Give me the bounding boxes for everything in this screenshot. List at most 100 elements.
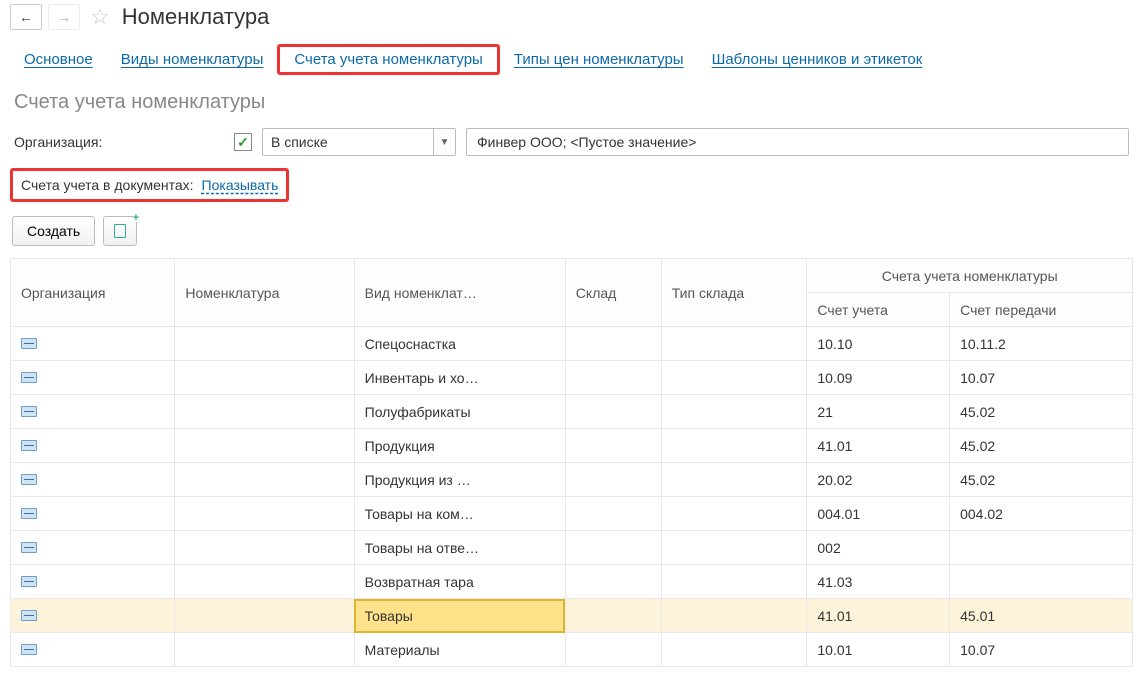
cell [175, 463, 354, 497]
cell [11, 395, 175, 429]
col-acc[interactable]: Счет учета [807, 293, 950, 327]
cell: 10.10 [807, 327, 950, 361]
cell [565, 361, 661, 395]
cell: Продукция из … [354, 463, 565, 497]
show-in-docs-label: Счета учета в документах: [21, 177, 194, 193]
cell: Инвентарь и хо… [354, 361, 565, 395]
row-icon [21, 644, 37, 655]
cell [565, 599, 661, 633]
cell: 41.01 [807, 429, 950, 463]
cell [661, 395, 807, 429]
cell [175, 429, 354, 463]
table-row[interactable]: Товары на ком…004.01004.02 [11, 497, 1133, 531]
cell: 10.01 [807, 633, 950, 667]
table-row[interactable]: Материалы10.0110.07 [11, 633, 1133, 667]
cell [950, 531, 1133, 565]
row-icon [21, 372, 37, 383]
col-accounts-group[interactable]: Счета учета номенклатуры [807, 259, 1133, 293]
nav-back-button[interactable]: ← [10, 4, 42, 30]
cell [565, 463, 661, 497]
cell [661, 497, 807, 531]
page-title: Номенклатура [122, 4, 270, 30]
col-kind[interactable]: Вид номенклат… [354, 259, 565, 327]
table-row[interactable]: Полуфабрикаты 2145.02 [11, 395, 1133, 429]
tab-accounts[interactable]: Счета учета номенклатуры [277, 44, 499, 75]
cell: Продукция [354, 429, 565, 463]
cell [661, 361, 807, 395]
cell [661, 463, 807, 497]
row-icon [21, 406, 37, 417]
cell [950, 565, 1133, 599]
tab-templates[interactable]: Шаблоны ценников и этикеток [698, 47, 937, 72]
cell [175, 565, 354, 599]
cell [565, 429, 661, 463]
table-row[interactable]: Продукция из …20.0245.02 [11, 463, 1133, 497]
filter-value-field[interactable]: Финвер ООО; <Пустое значение> [466, 128, 1129, 156]
cell: Полуфабрикаты [354, 395, 565, 429]
tab-main[interactable]: Основное [10, 47, 107, 72]
cell: 004.02 [950, 497, 1133, 531]
cell [11, 361, 175, 395]
table-row[interactable]: Спецоснастка10.1010.11.2 [11, 327, 1133, 361]
table-row[interactable]: Инвентарь и хо…10.0910.07 [11, 361, 1133, 395]
tab-price-types[interactable]: Типы цен номенклатуры [500, 47, 698, 72]
create-button[interactable]: Создать [12, 216, 95, 246]
org-filter-checkbox[interactable]: ✓ [234, 133, 252, 151]
arrow-right-icon: → [57, 9, 71, 25]
cell: Возвратная тара [354, 565, 565, 599]
cell [661, 531, 807, 565]
cell [11, 463, 175, 497]
cell [11, 497, 175, 531]
cell [11, 565, 175, 599]
cell: 41.01 [807, 599, 950, 633]
cell [11, 429, 175, 463]
col-org[interactable]: Организация [11, 259, 175, 327]
col-nomen[interactable]: Номенклатура [175, 259, 354, 327]
row-icon [21, 338, 37, 349]
cell: 41.03 [807, 565, 950, 599]
cell [175, 361, 354, 395]
cell: 45.02 [950, 429, 1133, 463]
cell [11, 633, 175, 667]
row-icon [21, 508, 37, 519]
table-row[interactable]: Товары41.0145.01 [11, 599, 1133, 633]
row-icon [21, 440, 37, 451]
cell [175, 497, 354, 531]
cell [565, 395, 661, 429]
cell: 10.07 [950, 633, 1133, 667]
show-in-docs-link[interactable]: Показывать [202, 177, 279, 193]
cell: 21 [807, 395, 950, 429]
col-wh-type[interactable]: Тип склада [661, 259, 807, 327]
cell [565, 565, 661, 599]
plus-icon: + [133, 214, 139, 222]
cell: Товары [354, 599, 565, 633]
favorite-star-icon[interactable]: ☆ [90, 4, 110, 30]
row-icon [21, 474, 37, 485]
section-title: Счета учета номенклатуры [0, 85, 1143, 120]
arrow-left-icon: ← [19, 9, 33, 25]
row-icon [21, 576, 37, 587]
org-filter-label: Организация: [14, 134, 104, 150]
cell [661, 633, 807, 667]
cell: 45.02 [950, 395, 1133, 429]
col-acc-transfer[interactable]: Счет передачи [950, 293, 1133, 327]
cell [11, 599, 175, 633]
table-row[interactable]: Продукция 41.0145.02 [11, 429, 1133, 463]
table-row[interactable]: Возвратная тара 41.03 [11, 565, 1133, 599]
cell: Товары на отве… [354, 531, 565, 565]
tab-kinds[interactable]: Виды номенклатуры [107, 47, 278, 72]
cell [661, 599, 807, 633]
cell [175, 327, 354, 361]
filter-mode-dropdown[interactable]: В списке ▼ [262, 128, 456, 156]
nav-forward-button: → [48, 4, 80, 30]
cell [175, 599, 354, 633]
cell: 45.02 [950, 463, 1133, 497]
cell: 10.11.2 [950, 327, 1133, 361]
cell [565, 327, 661, 361]
row-icon [21, 542, 37, 553]
cell [11, 531, 175, 565]
table-row[interactable]: Товары на отве…002 [11, 531, 1133, 565]
chevron-down-icon[interactable]: ▼ [433, 129, 455, 155]
create-copy-button[interactable]: + [103, 216, 137, 246]
col-warehouse[interactable]: Склад [565, 259, 661, 327]
